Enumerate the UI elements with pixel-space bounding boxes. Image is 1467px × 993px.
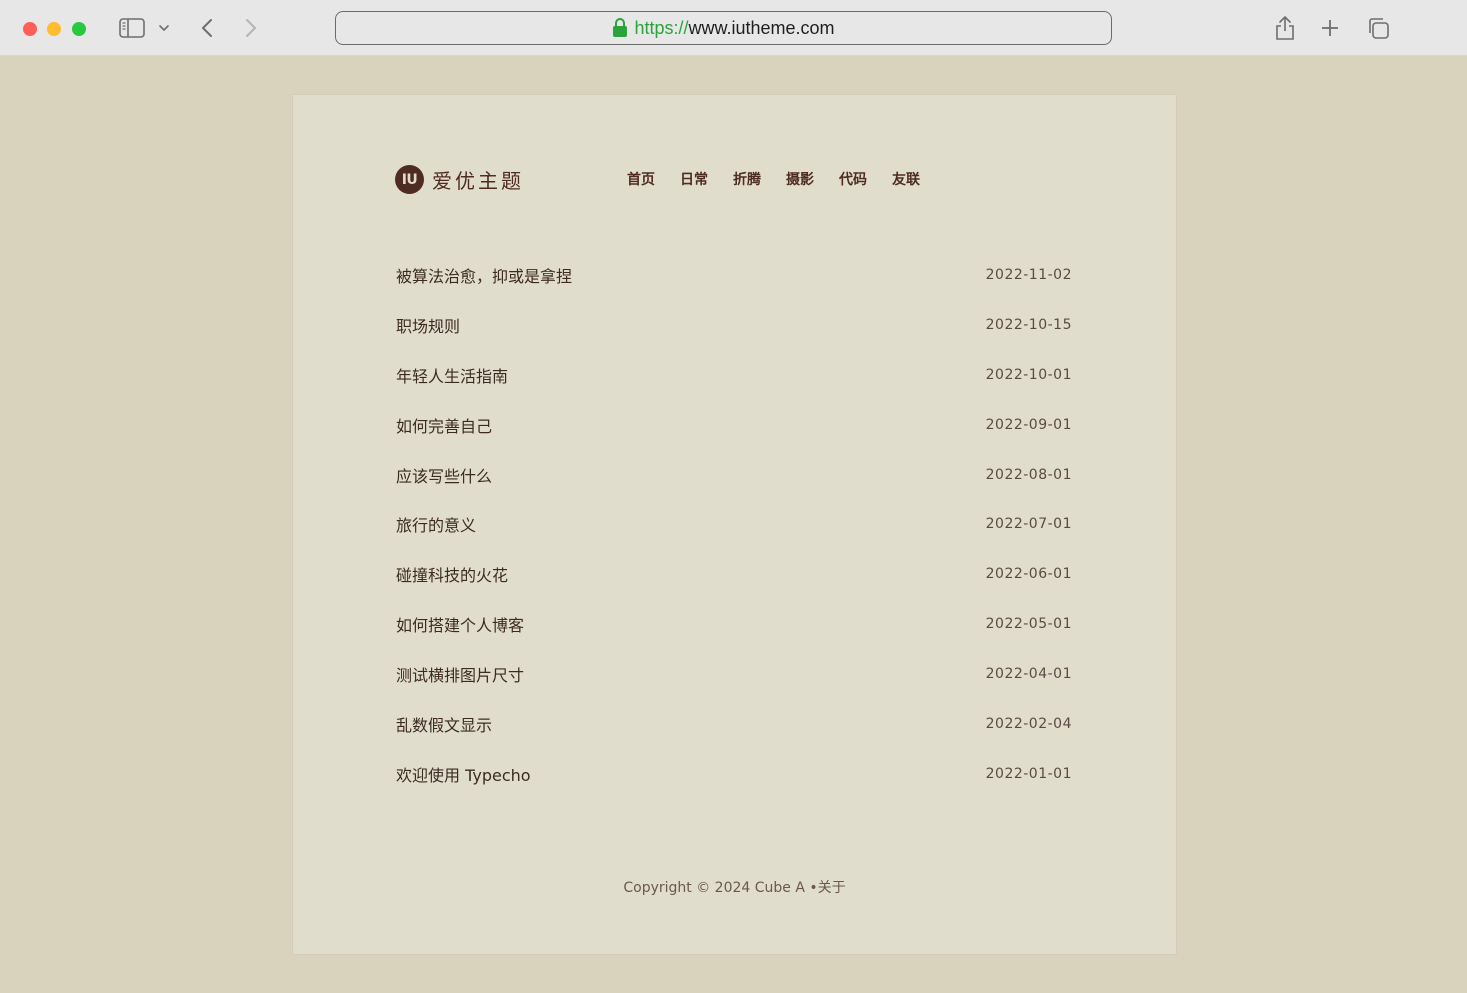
list-item: 欢迎使用 Typecho 2022-01-01 [396, 749, 1072, 799]
url-host: www.iutheme.com [688, 17, 835, 38]
list-item: 年轻人生活指南 2022-10-01 [396, 350, 1072, 400]
nav-item-photography[interactable]: 摄影 [786, 169, 814, 189]
post-date: 2022-10-01 [985, 366, 1072, 383]
post-title-link[interactable]: 碰撞科技的火花 [396, 562, 508, 586]
post-title-link[interactable]: 应该写些什么 [396, 463, 492, 487]
list-item: 旅行的意义 2022-07-01 [396, 499, 1072, 549]
post-title-link[interactable]: 职场规则 [396, 313, 460, 337]
list-item: 如何搭建个人博客 2022-05-01 [396, 599, 1072, 649]
post-date: 2022-04-01 [985, 666, 1072, 683]
chevron-down-icon[interactable] [154, 12, 174, 44]
post-date: 2022-11-02 [985, 266, 1072, 283]
list-item: 测试横排图片尺寸 2022-04-01 [396, 649, 1072, 699]
post-date: 2022-05-01 [985, 616, 1072, 633]
post-list: 被算法治愈，抑或是拿捏 2022-11-02 职场规则 2022-10-15 年… [396, 250, 1072, 799]
list-item: 如何完善自己 2022-09-01 [396, 400, 1072, 450]
address-bar[interactable]: https://www.iutheme.com [335, 11, 1112, 45]
url-scheme: https:// [634, 17, 689, 38]
site-footer: Copyright © 2024 Cube A •关于 [293, 877, 1176, 897]
post-date: 2022-09-01 [985, 416, 1072, 433]
minimize-window-button[interactable] [47, 22, 61, 36]
post-title-link[interactable]: 测试横排图片尺寸 [396, 662, 524, 686]
nav-item-daily[interactable]: 日常 [680, 169, 708, 189]
main-nav: 首页 日常 折腾 摄影 代码 友联 [627, 169, 945, 189]
post-title-link[interactable]: 旅行的意义 [396, 512, 476, 536]
browser-toolbar: https://www.iutheme.com [0, 0, 1467, 56]
list-item: 职场规则 2022-10-15 [396, 300, 1072, 350]
plus-icon[interactable] [1315, 12, 1345, 44]
list-item: 乱数假文显示 2022-02-04 [396, 699, 1072, 749]
list-item: 应该写些什么 2022-08-01 [396, 450, 1072, 500]
list-item: 碰撞科技的火花 2022-06-01 [396, 549, 1072, 599]
nav-item-code[interactable]: 代码 [839, 169, 867, 189]
post-date: 2022-02-04 [985, 715, 1072, 732]
tabs-overview-icon[interactable] [1362, 12, 1394, 44]
site-logo[interactable]: IU 爱优主题 [395, 165, 524, 194]
post-title-link[interactable]: 如何完善自己 [396, 413, 492, 437]
content-card: IU 爱优主题 首页 日常 折腾 摄影 代码 友联 被算法治愈，抑或是拿捏 20… [293, 95, 1176, 954]
nav-item-tinkering[interactable]: 折腾 [733, 169, 761, 189]
post-title-link[interactable]: 欢迎使用 Typecho [396, 762, 531, 786]
lock-icon [612, 17, 628, 37]
copyright-text: Copyright © 2024 Cube A • [623, 880, 818, 896]
nav-item-links[interactable]: 友联 [892, 169, 920, 189]
post-title-link[interactable]: 如何搭建个人博客 [396, 612, 524, 636]
close-window-button[interactable] [23, 22, 37, 36]
post-date: 2022-01-01 [985, 765, 1072, 782]
about-link[interactable]: 关于 [818, 880, 846, 896]
post-date: 2022-08-01 [985, 466, 1072, 483]
nav-item-home[interactable]: 首页 [627, 169, 655, 189]
chevron-left-icon[interactable] [194, 12, 220, 44]
list-item: 被算法治愈，抑或是拿捏 2022-11-02 [396, 250, 1072, 300]
post-title-link[interactable]: 乱数假文显示 [396, 712, 492, 736]
maximize-window-button[interactable] [72, 22, 86, 36]
chevron-right-icon[interactable] [238, 12, 264, 44]
post-date: 2022-10-15 [985, 316, 1072, 333]
post-date: 2022-07-01 [985, 516, 1072, 533]
post-title-link[interactable]: 年轻人生活指南 [396, 363, 508, 387]
post-title-link[interactable]: 被算法治愈，抑或是拿捏 [396, 263, 572, 287]
site-title: 爱优主题 [432, 169, 524, 193]
post-date: 2022-06-01 [985, 566, 1072, 583]
share-icon[interactable] [1270, 12, 1300, 44]
logo-badge: IU [395, 165, 424, 194]
sidebar-icon[interactable] [116, 12, 148, 44]
